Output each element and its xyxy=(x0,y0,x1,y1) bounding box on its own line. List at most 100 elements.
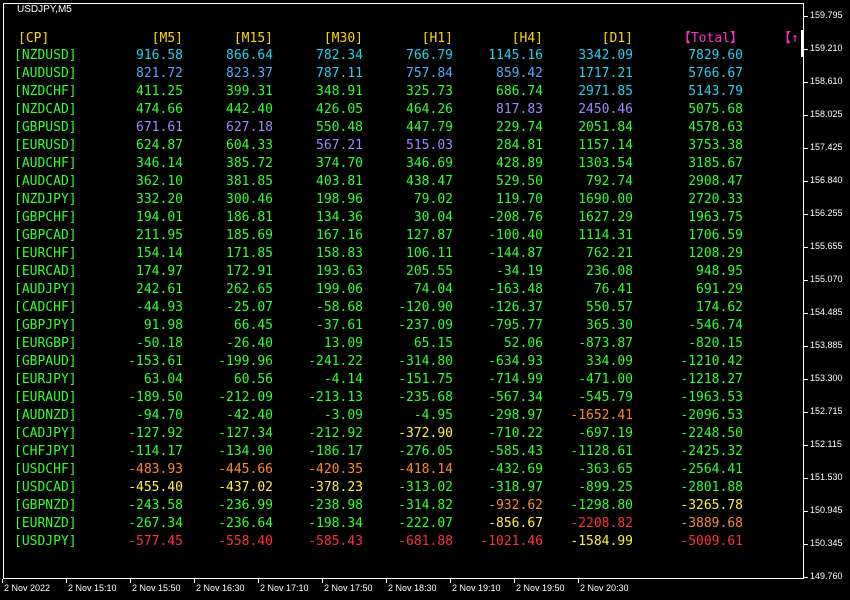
symbol-label: [CADCHF] xyxy=(14,300,77,315)
header-m30: [M30] xyxy=(323,31,363,46)
time-scale[interactable]: 2 Nov 2022 2 Nov 15:10 2 Nov 15:50 2 Nov 16… xyxy=(0,579,804,600)
value-cell: -236.99 xyxy=(218,498,273,513)
price-label: 155.655 xyxy=(810,241,843,251)
value-cell: 332.20 xyxy=(136,192,183,207)
time-label: 2 Nov 18:30 xyxy=(388,583,437,593)
value-cell: 787.11 xyxy=(316,66,363,81)
header-h1: [H1] xyxy=(421,31,453,46)
symbol-label: [AUDUSD] xyxy=(14,66,77,81)
value-cell: 63.04 xyxy=(143,372,183,387)
value-cell: 381.85 xyxy=(226,174,273,189)
symbol-label: [NZDJPY] xyxy=(14,192,77,207)
value-cell: -1021.46 xyxy=(480,534,543,549)
value-cell: 262.65 xyxy=(226,282,273,297)
value-cell: 1114.31 xyxy=(578,228,633,243)
value-cell: -222.07 xyxy=(398,516,453,531)
time-tick xyxy=(194,579,195,583)
value-cell: 399.31 xyxy=(226,84,273,99)
value-cell: -2564.41 xyxy=(680,462,743,477)
value-cell: 817.83 xyxy=(496,102,543,117)
value-cell: 411.25 xyxy=(136,84,183,99)
price-tick xyxy=(804,346,808,347)
value-cell: -42.40 xyxy=(226,408,273,423)
value-cell: 1717.21 xyxy=(578,66,633,81)
value-cell: -3265.78 xyxy=(680,498,743,513)
value-cell: -585.43 xyxy=(308,534,363,549)
price-tick xyxy=(804,379,808,380)
price-tick xyxy=(804,49,808,50)
value-cell: -1298.80 xyxy=(570,498,633,513)
price-label: 156.840 xyxy=(810,175,843,185)
value-cell: 550.48 xyxy=(316,120,363,135)
price-tick xyxy=(804,445,808,446)
value-cell: -189.50 xyxy=(128,390,183,405)
value-cell: 154.14 xyxy=(136,246,183,261)
value-cell: 65.15 xyxy=(413,336,453,351)
value-cell: 567.21 xyxy=(316,138,363,153)
time-tick xyxy=(130,579,131,583)
value-cell: 119.70 xyxy=(496,192,543,207)
time-tick xyxy=(514,579,515,583)
value-cell: -2425.32 xyxy=(680,444,743,459)
value-cell: -3889.68 xyxy=(680,516,743,531)
value-cell: -318.97 xyxy=(488,480,543,495)
value-cell: 30.04 xyxy=(413,210,453,225)
value-cell: 3753.38 xyxy=(688,138,743,153)
value-cell: 1303.54 xyxy=(578,156,633,171)
value-cell: -134.90 xyxy=(218,444,273,459)
value-cell: -567.34 xyxy=(488,390,543,405)
price-tick xyxy=(804,82,808,83)
value-cell: -372.90 xyxy=(398,426,453,441)
value-cell: 782.34 xyxy=(316,48,363,63)
symbol-label: [USDJPY] xyxy=(14,534,77,549)
value-cell: 757.84 xyxy=(406,66,453,81)
value-cell: 5075.68 xyxy=(688,102,743,117)
value-cell: -238.98 xyxy=(308,498,363,513)
value-cell: -298.97 xyxy=(488,408,543,423)
value-cell: -25.07 xyxy=(226,300,273,315)
symbol-label: [USDCHF] xyxy=(14,462,77,477)
symbol-label: [AUDJPY] xyxy=(14,282,77,297)
value-cell: 442.40 xyxy=(226,102,273,117)
symbol-label: [EURCAD] xyxy=(14,264,77,279)
value-cell: -585.43 xyxy=(488,444,543,459)
price-label: 152.115 xyxy=(810,439,842,449)
value-cell: 325.73 xyxy=(406,84,453,99)
value-cell: 172.91 xyxy=(226,264,273,279)
price-tick xyxy=(804,577,808,578)
value-cell: 167.16 xyxy=(316,228,363,243)
price-scale[interactable]: 159.795 159.210 158.610 158.025 157.425 156.8… xyxy=(804,0,850,600)
price-label: 158.610 xyxy=(810,76,843,86)
price-tick xyxy=(804,280,808,281)
value-cell: -44.93 xyxy=(136,300,183,315)
header-m15: [M15] xyxy=(233,31,273,46)
value-cell: 7829.60 xyxy=(688,48,743,63)
value-cell: 671.61 xyxy=(136,120,183,135)
value-cell: -418.14 xyxy=(398,462,453,477)
value-cell: 1627.29 xyxy=(578,210,633,225)
value-cell: -634.93 xyxy=(488,354,543,369)
price-tick xyxy=(804,247,808,248)
value-cell: -1218.27 xyxy=(680,372,743,387)
symbol-label: [EURNZD] xyxy=(14,516,77,531)
price-tick xyxy=(804,478,808,479)
value-cell: -212.92 xyxy=(308,426,363,441)
value-cell: 194.01 xyxy=(136,210,183,225)
chart-window[interactable]: USDJPY,M5 [CP] [M5] [M15] [M30] [H1] [H4] [D1]… xyxy=(0,0,850,600)
value-cell: 604.33 xyxy=(226,138,273,153)
value-cell: 1963.75 xyxy=(688,210,743,225)
value-cell: 106.11 xyxy=(406,246,453,261)
value-cell: 134.36 xyxy=(316,210,363,225)
value-cell: -243.58 xyxy=(128,498,183,513)
value-cell: 374.70 xyxy=(316,156,363,171)
value-cell: 171.85 xyxy=(226,246,273,261)
value-cell: 186.81 xyxy=(226,210,273,225)
time-label: 2 Nov 17:50 xyxy=(324,583,373,593)
value-cell: 236.08 xyxy=(586,264,633,279)
value-cell: 529.50 xyxy=(496,174,543,189)
value-cell: -127.34 xyxy=(218,426,273,441)
value-cell: -267.34 xyxy=(128,516,183,531)
value-cell: 792.74 xyxy=(586,174,633,189)
value-cell: -932.62 xyxy=(488,498,543,513)
value-cell: -558.40 xyxy=(218,534,273,549)
